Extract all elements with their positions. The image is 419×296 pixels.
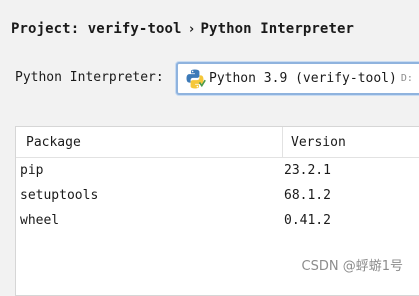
interpreter-name: Python 3.9 (verify-tool) bbox=[209, 71, 397, 86]
table-row[interactable]: setuptools 68.1.2 bbox=[16, 184, 419, 208]
table-header: Package Version bbox=[16, 127, 419, 158]
column-header-package[interactable]: Package bbox=[26, 127, 81, 157]
table-row[interactable]: pip 23.2.1 bbox=[16, 159, 419, 183]
column-divider[interactable] bbox=[282, 127, 283, 157]
interpreter-select[interactable]: Python 3.9 (verify-tool) D: bbox=[176, 62, 419, 95]
table-row[interactable]: wheel 0.41.2 bbox=[16, 209, 419, 233]
watermark: CSDN @蜉蝣1号 bbox=[301, 259, 403, 274]
python-icon bbox=[184, 68, 206, 90]
package-version: 68.1.2 bbox=[284, 188, 331, 203]
package-name: pip bbox=[20, 163, 44, 178]
package-version: 23.2.1 bbox=[284, 163, 331, 178]
interpreter-path: D: bbox=[400, 73, 413, 84]
interpreter-label: Python Interpreter: bbox=[15, 70, 164, 85]
project-label: Project: verify-tool bbox=[11, 21, 182, 37]
breadcrumb-separator: › bbox=[187, 22, 196, 37]
column-header-version[interactable]: Version bbox=[291, 127, 346, 157]
settings-breadcrumb: Project: verify-tool › Python Interpreter bbox=[11, 21, 354, 37]
package-name: setuptools bbox=[20, 188, 99, 203]
page-title: Python Interpreter bbox=[200, 21, 355, 37]
package-version: 0.41.2 bbox=[284, 213, 331, 228]
package-name: wheel bbox=[20, 213, 60, 228]
